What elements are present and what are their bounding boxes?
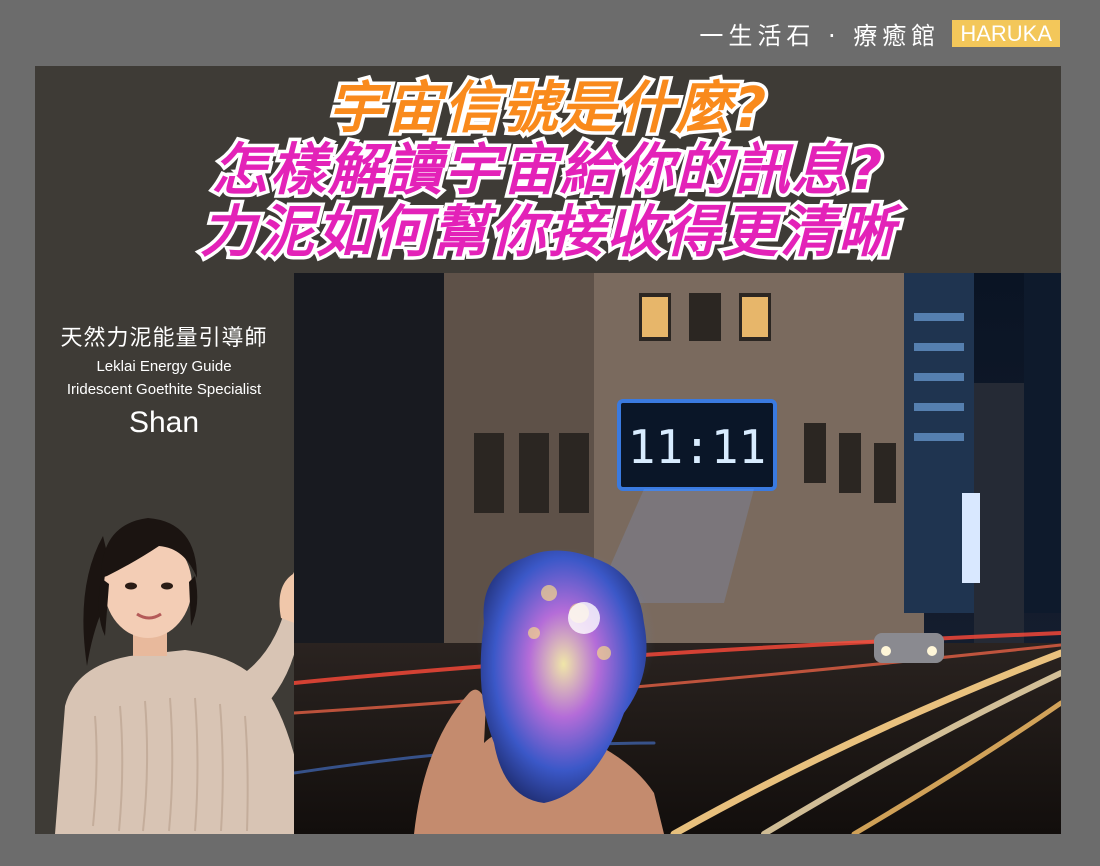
guide-subtitle-en: Iridescent Goethite Specialist xyxy=(66,381,262,398)
headline-line-3: 力泥如何幫你接收得更清晰 xyxy=(197,198,898,267)
guide-name: Shan xyxy=(128,406,200,439)
city-night-photo: 11:11 xyxy=(294,273,1061,834)
main-banner: 宇宙信號是什麼? 怎樣解讀宇宙給你的訊息? 力泥如何幫你接收得更清晰 天然力泥能… xyxy=(35,66,1061,834)
brand-header: 一生活石 · 療癒館 HARUKA xyxy=(699,18,1060,50)
guide-portrait xyxy=(35,466,335,834)
brand-name: 一生活石 · 療癒館 xyxy=(699,21,941,50)
headline-line-1: 宇宙信號是什麼? xyxy=(324,74,769,143)
guide-title-zh: 天然力泥能量引導師 xyxy=(60,326,268,351)
clock-display: 11:11 xyxy=(628,420,766,474)
headline-line-2: 怎樣解讀宇宙給你的訊息? xyxy=(208,136,885,205)
guide-title-en: Leklai Energy Guide xyxy=(96,358,232,375)
brand-badge: HARUKA xyxy=(952,19,1060,47)
guide-info: 天然力泥能量引導師 Leklai Energy Guide Iridescent… xyxy=(35,316,293,440)
headline: 宇宙信號是什麼? 怎樣解讀宇宙給你的訊息? 力泥如何幫你接收得更清晰 xyxy=(35,74,1061,267)
